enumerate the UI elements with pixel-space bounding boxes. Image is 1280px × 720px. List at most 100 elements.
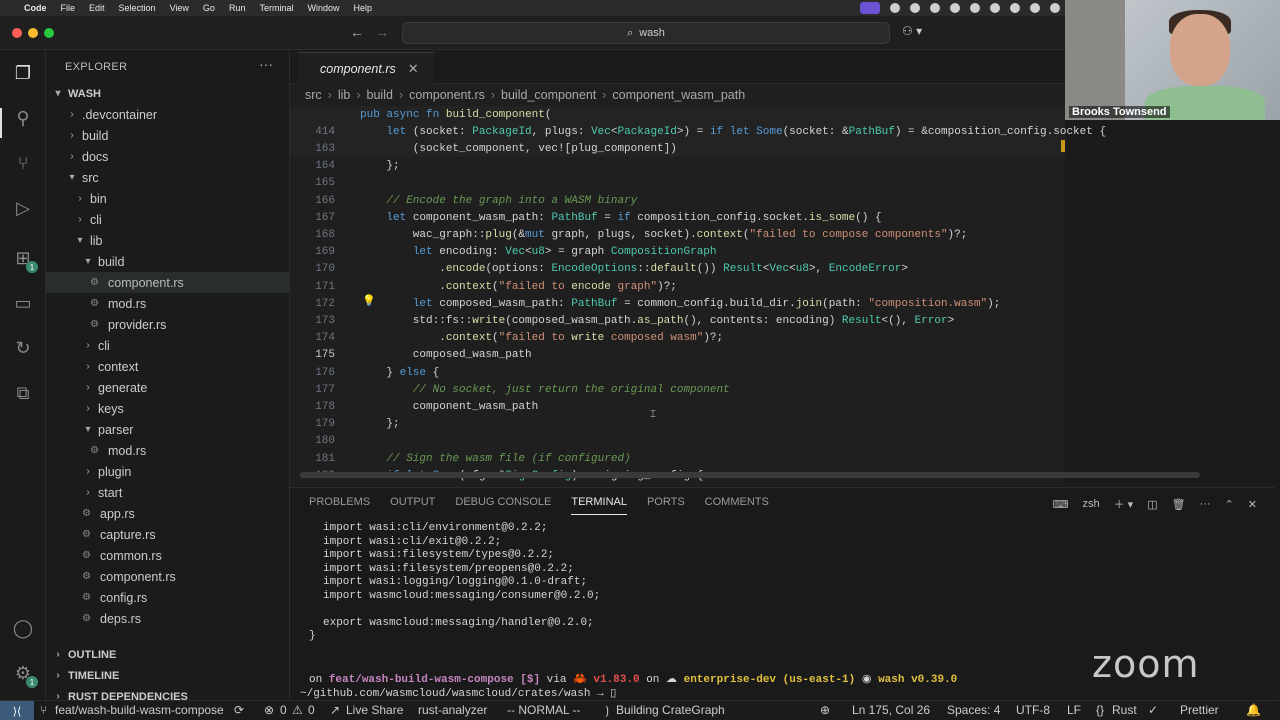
remote-explorer-icon[interactable]: ▭ xyxy=(10,290,36,316)
remote-indicator-icon[interactable]: ⟩⟨ xyxy=(0,701,34,720)
status-prettier[interactable]: Prettier xyxy=(1180,703,1219,717)
menu-window[interactable]: Window xyxy=(307,3,339,13)
status-language[interactable]: Rust xyxy=(1112,703,1137,717)
close-icon[interactable]: ✕ xyxy=(408,61,419,77)
code-line[interactable]: 168 wac_graph::plug(&mut graph, plugs, s… xyxy=(290,226,1065,243)
tree-folder[interactable]: ▾ lib xyxy=(46,230,290,251)
screen-share-icon[interactable] xyxy=(860,2,880,14)
tray-icon[interactable] xyxy=(1030,3,1040,13)
breadcrumb-item[interactable]: component.rs xyxy=(409,88,485,102)
account-icon[interactable]: ◯ xyxy=(10,615,36,641)
settings-gear-icon[interactable]: ⚙ 1 xyxy=(10,660,38,688)
menu-go[interactable]: Go xyxy=(203,3,215,13)
source-control-icon[interactable]: ⑂ xyxy=(10,150,36,176)
tree-folder[interactable]: › build xyxy=(46,125,290,146)
explorer-icon[interactable]: ❐ xyxy=(10,60,36,86)
status-rust-analyzer[interactable]: rust-analyzer xyxy=(418,703,487,717)
tree-folder[interactable]: › docs xyxy=(46,146,290,167)
panel-tab-debug-console[interactable]: DEBUG CONSOLE xyxy=(455,496,551,515)
tree-file[interactable]: ⚙ mod.rs xyxy=(46,293,290,314)
tree-folder[interactable]: › context xyxy=(46,356,290,377)
panel-tab-problems[interactable]: PROBLEMS xyxy=(309,496,370,515)
command-center-search[interactable]: ⌕ wash xyxy=(402,22,890,44)
warning-icon[interactable]: ⚠ xyxy=(292,703,303,717)
panel-tab-ports[interactable]: PORTS xyxy=(647,496,685,515)
status-eol[interactable]: LF xyxy=(1067,703,1081,717)
code-line[interactable]: 414 let (socket: PackageId, plugs: Vec<P… xyxy=(290,123,1106,141)
code-line[interactable]: 166 // Encode the graph into a WASM bina… xyxy=(290,192,1065,209)
code-line[interactable]: 177 // No socket, just return the origin… xyxy=(290,381,1065,398)
explorer-root-folder[interactable]: ▾ WASH xyxy=(46,83,290,104)
tree-file[interactable]: ⚙ provider.rs xyxy=(46,314,290,335)
menu-terminal[interactable]: Terminal xyxy=(259,3,293,13)
panel-tab-comments[interactable]: COMMENTS xyxy=(705,496,769,515)
copilot-icon[interactable]: ⚇ ▾ xyxy=(902,24,922,38)
zoom-icon[interactable]: ⊕ xyxy=(820,703,830,717)
minimize-window-button[interactable] xyxy=(28,28,38,38)
tab-component-rs[interactable]: component.rs ✕ xyxy=(298,52,434,84)
breadcrumb-item[interactable]: build_component xyxy=(501,88,596,102)
kill-terminal-icon[interactable]: 🗑 xyxy=(1172,498,1186,511)
code-line[interactable]: pub async fn build_component( xyxy=(290,106,1065,123)
horizontal-scrollbar[interactable] xyxy=(300,472,1200,478)
menu-run[interactable]: Run xyxy=(229,3,246,13)
tree-folder[interactable]: ▾ parser xyxy=(46,419,290,440)
sync-icon[interactable]: ⟳ xyxy=(234,703,244,717)
status-errors[interactable]: 0 xyxy=(280,703,287,717)
menu-file[interactable]: File xyxy=(61,3,76,13)
tree-file[interactable]: ⚙ capture.rs xyxy=(46,524,290,545)
tree-folder[interactable]: › start xyxy=(46,482,290,503)
tree-folder[interactable]: › bin xyxy=(46,188,290,209)
menu-edit[interactable]: Edit xyxy=(89,3,105,13)
tray-icon[interactable] xyxy=(950,3,960,13)
code-line[interactable]: 164 }; xyxy=(290,158,1065,175)
tree-folder[interactable]: › .devcontainer xyxy=(46,104,290,125)
testing-icon[interactable]: ⧉ xyxy=(10,380,36,406)
status-spaces[interactable]: Spaces: 4 xyxy=(947,703,1000,717)
breadcrumb-item[interactable]: build xyxy=(367,88,393,102)
code-line[interactable]: 167 let component_wasm_path: PathBuf = i… xyxy=(290,209,1065,226)
arrow-right-icon[interactable]: → xyxy=(375,24,389,40)
live-share-icon[interactable]: ↻ xyxy=(10,335,36,361)
lightbulb-icon[interactable]: 💡 xyxy=(362,294,376,307)
status-warnings[interactable]: 0 xyxy=(308,703,315,717)
search-icon[interactable]: ⚲ xyxy=(10,105,36,131)
code-line[interactable]: 181 // Sign the wasm file (if configured… xyxy=(290,450,1065,467)
terminal-shell-icon[interactable]: ⌨ xyxy=(1053,498,1069,511)
sidebar-section-timeline[interactable]: › TIMELINE xyxy=(46,665,290,686)
notifications-icon[interactable]: 🔔 xyxy=(1246,703,1261,717)
tree-folder[interactable]: ▾ build xyxy=(46,251,290,272)
tree-file[interactable]: ⚙ config.rs xyxy=(46,587,290,608)
code-line[interactable]: 171 .context("failed to encode graph")?; xyxy=(290,278,1065,295)
status-encoding[interactable]: UTF-8 xyxy=(1016,703,1050,717)
sidebar-section-outline[interactable]: › OUTLINE xyxy=(46,644,290,665)
split-terminal-icon[interactable]: ◫ xyxy=(1147,498,1157,511)
tree-folder[interactable]: › cli xyxy=(46,335,290,356)
live-share-icon[interactable]: ↗ xyxy=(330,703,340,717)
code-line[interactable]: 170 .encode(options: EncodeOptions::defa… xyxy=(290,261,1065,278)
tray-icon[interactable] xyxy=(930,3,940,13)
menu-help[interactable]: Help xyxy=(353,3,372,13)
status-live-share[interactable]: Live Share xyxy=(346,703,403,717)
code-line[interactable]: 180 xyxy=(290,433,1065,450)
tray-icon[interactable] xyxy=(990,3,1000,13)
tree-file[interactable]: ⚙ mod.rs xyxy=(46,440,290,461)
zoom-window-button[interactable] xyxy=(44,28,54,38)
more-actions-icon[interactable]: ··· xyxy=(1200,498,1211,510)
tree-folder[interactable]: › cli xyxy=(46,209,290,230)
panel-tab-output[interactable]: OUTPUT xyxy=(390,496,435,515)
arrow-left-icon[interactable]: ← xyxy=(350,24,364,40)
more-actions-icon[interactable]: ··· xyxy=(259,56,273,72)
tray-icon[interactable] xyxy=(910,3,920,13)
code-line[interactable]: 178 component_wasm_path xyxy=(290,398,1065,415)
tree-folder[interactable]: › keys xyxy=(46,398,290,419)
tray-icon[interactable] xyxy=(970,3,980,13)
maximize-panel-icon[interactable]: ⌃ xyxy=(1225,498,1234,511)
terminal-path[interactable]: ~/github.com/wasmcloud/wasmcloud/crates/… xyxy=(300,686,616,700)
code-editor[interactable]: pub async fn build_component(414 let (so… xyxy=(290,106,1200,482)
panel-tab-terminal[interactable]: TERMINAL xyxy=(571,496,627,515)
run-debug-icon[interactable]: ▷ xyxy=(10,195,36,221)
tree-folder[interactable]: › generate xyxy=(46,377,290,398)
tray-icon[interactable] xyxy=(1050,3,1060,13)
tray-icon[interactable] xyxy=(1010,3,1020,13)
